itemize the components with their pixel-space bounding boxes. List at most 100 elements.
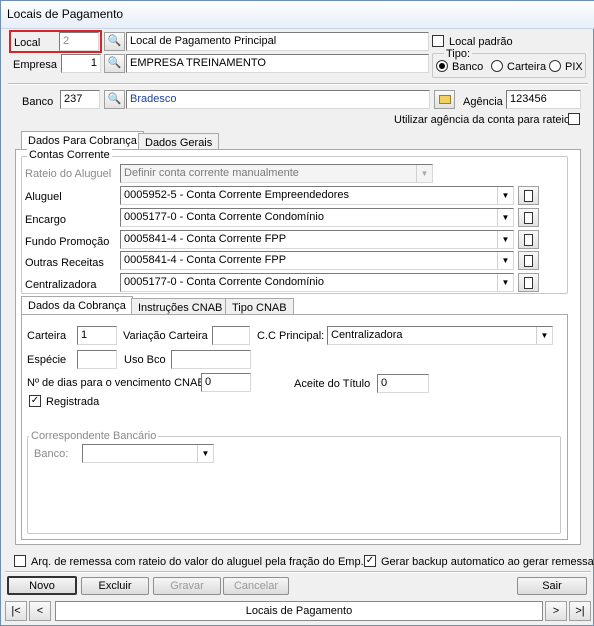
new-document-icon xyxy=(524,254,533,267)
fundo-promocao-label: Fundo Promoção xyxy=(25,236,110,248)
cc-principal-value: Centralizadora xyxy=(331,329,403,341)
empresa-label: Empresa xyxy=(13,59,58,71)
local-description-input[interactable]: Local de Pagamento Principal xyxy=(126,32,429,51)
chevron-down-icon: ▼ xyxy=(416,165,432,182)
excluir-button[interactable]: Excluir xyxy=(81,577,149,595)
binoculars-icon: 🔍 xyxy=(107,93,122,105)
uso-bco-input[interactable] xyxy=(171,350,251,369)
fundo-promocao-select[interactable]: 0005841-4 - Conta Corrente FPP ▼ xyxy=(120,230,514,249)
empresa-description-input[interactable]: EMPRESA TREINAMENTO xyxy=(126,54,429,73)
arq-remessa-checkbox[interactable] xyxy=(14,555,26,567)
tipo-pix-radio[interactable] xyxy=(549,60,561,72)
banco-folder-button[interactable] xyxy=(434,90,455,109)
nav-next-button[interactable]: > xyxy=(545,601,567,621)
nav-last-button[interactable]: >| xyxy=(569,601,591,621)
centralizadora-new-button[interactable] xyxy=(518,273,539,292)
empresa-search-button[interactable]: 🔍 xyxy=(104,54,125,73)
banco-label: Banco xyxy=(22,96,54,108)
next-record-icon: > xyxy=(552,605,560,617)
contas-corrente-group-label: Contas Corrente xyxy=(27,149,112,161)
fundo-promocao-new-button[interactable] xyxy=(518,230,539,249)
check-icon: ✓ xyxy=(30,395,40,406)
chevron-down-icon: ▼ xyxy=(497,209,513,226)
prev-record-icon: < xyxy=(36,605,44,617)
fundo-promocao-value: 0005841-4 - Conta Corrente FPP xyxy=(124,233,287,245)
chevron-down-icon: ▼ xyxy=(497,187,513,204)
tipo-label: Tipo: xyxy=(444,48,473,60)
local-padrao-checkbox[interactable] xyxy=(432,35,444,47)
utilizar-agencia-checkbox[interactable] xyxy=(568,113,580,125)
aluguel-value: 0005952-5 - Conta Corrente Empreendedore… xyxy=(124,189,350,201)
aluguel-select[interactable]: 0005952-5 - Conta Corrente Empreendedore… xyxy=(120,186,514,205)
agencia-input[interactable]: 123456 xyxy=(506,90,581,109)
rateio-aluguel-select[interactable]: Definir conta corrente manualmente ▼ xyxy=(120,164,433,183)
agencia-label: Agência xyxy=(463,96,503,108)
tipo-banco-label: Banco xyxy=(452,61,484,73)
backup-checkbox[interactable]: ✓ xyxy=(364,555,376,567)
gravar-button[interactable]: Gravar xyxy=(153,577,221,595)
chevron-down-icon: ▼ xyxy=(536,327,552,344)
nav-first-button[interactable]: |< xyxy=(5,601,27,621)
tipo-carteira-label: Carteira xyxy=(507,61,547,73)
backup-label: Gerar backup automatico ao gerar remessa xyxy=(381,556,594,568)
variacao-carteira-input[interactable] xyxy=(212,326,250,345)
local-search-button[interactable]: 🔍 xyxy=(104,32,125,51)
outras-receitas-select[interactable]: 0005841-4 - Conta Corrente FPP ▼ xyxy=(120,251,514,270)
tipo-banco-radio[interactable] xyxy=(436,60,448,72)
especie-input[interactable] xyxy=(77,350,117,369)
aceite-titulo-label: Aceite do Título xyxy=(294,378,371,390)
centralizadora-value: 0005177-0 - Conta Corrente Condomínio xyxy=(124,276,324,288)
sair-button[interactable]: Sair xyxy=(517,577,587,595)
cancelar-button[interactable]: Cancelar xyxy=(223,577,289,595)
tab-dados-para-cobranca[interactable]: Dados Para Cobrança xyxy=(21,131,144,151)
check-icon: ✓ xyxy=(365,555,375,566)
local-code-input[interactable]: 2 xyxy=(59,32,99,51)
encargo-select[interactable]: 0005177-0 - Conta Corrente Condomínio ▼ xyxy=(120,208,514,227)
aceite-titulo-input[interactable]: 0 xyxy=(377,374,429,393)
cc-principal-label: C.C Principal: xyxy=(257,330,325,342)
outras-receitas-new-button[interactable] xyxy=(518,251,539,270)
chevron-down-icon: ▼ xyxy=(197,445,213,462)
banco-search-button[interactable]: 🔍 xyxy=(104,90,125,109)
banco-name-input[interactable]: Bradesco xyxy=(126,90,430,109)
folder-icon xyxy=(438,95,451,104)
chevron-down-icon: ▼ xyxy=(497,274,513,291)
binoculars-icon: 🔍 xyxy=(107,35,122,47)
separator-line xyxy=(8,83,588,85)
last-record-icon: >| xyxy=(575,605,585,617)
correspondente-group-label: Correspondente Bancário xyxy=(29,430,159,442)
carteira-label: Carteira xyxy=(27,330,67,342)
outras-receitas-value: 0005841-4 - Conta Corrente FPP xyxy=(124,254,287,266)
encargo-value: 0005177-0 - Conta Corrente Condomínio xyxy=(124,211,324,223)
centralizadora-label: Centralizadora xyxy=(25,279,97,291)
carteira-input[interactable]: 1 xyxy=(77,326,117,345)
banco-code-input[interactable]: 237 xyxy=(60,90,100,109)
correspondente-banco-select[interactable]: ▼ xyxy=(82,444,214,463)
encargo-new-button[interactable] xyxy=(518,208,539,227)
variacao-carteira-label: Variação Carteira xyxy=(123,330,208,342)
registrada-checkbox[interactable]: ✓ xyxy=(29,395,41,407)
main-window: Locais de Pagamento Local 2 🔍 Local de P… xyxy=(0,0,594,626)
nav-caption-text: Locais de Pagamento xyxy=(245,605,353,617)
encargo-label: Encargo xyxy=(25,214,66,226)
new-document-icon xyxy=(524,276,533,289)
tipo-carteira-radio[interactable] xyxy=(491,60,503,72)
chevron-down-icon: ▼ xyxy=(497,252,513,269)
first-record-icon: |< xyxy=(11,605,21,617)
novo-button[interactable]: Novo xyxy=(7,576,77,595)
nav-caption: Locais de Pagamento xyxy=(55,601,543,621)
especie-label: Espécie xyxy=(27,354,67,366)
tipo-pix-label: PIX xyxy=(565,61,583,73)
aluguel-new-button[interactable] xyxy=(518,186,539,205)
nav-prev-button[interactable]: < xyxy=(29,601,51,621)
rateio-aluguel-value: Definir conta corrente manualmente xyxy=(124,167,299,179)
dias-vencimento-input[interactable]: 0 xyxy=(201,373,251,392)
centralizadora-select[interactable]: 0005177-0 - Conta Corrente Condomínio ▼ xyxy=(120,273,514,292)
uso-bco-label: Uso Bco xyxy=(124,354,166,366)
registrada-label: Registrada xyxy=(46,396,100,408)
subtab-dados-da-cobranca[interactable]: Dados da Cobrança xyxy=(21,296,133,316)
outras-receitas-label: Outras Receitas xyxy=(25,257,104,269)
aluguel-label: Aluguel xyxy=(25,191,62,203)
empresa-code-input[interactable]: 1 xyxy=(61,54,101,73)
cc-principal-select[interactable]: Centralizadora ▼ xyxy=(327,326,553,345)
